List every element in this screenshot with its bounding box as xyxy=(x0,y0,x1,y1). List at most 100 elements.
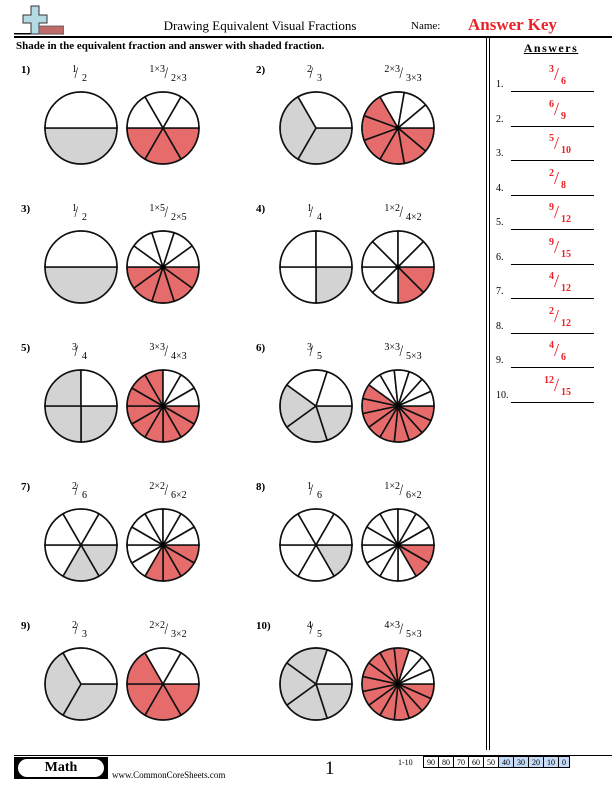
equivalent-fraction: 1×2/6×2 xyxy=(368,481,428,505)
answer-fraction: 9/12 xyxy=(541,200,581,228)
answer-row: 10. 12/15 xyxy=(496,373,606,403)
equivalent-fraction-circle xyxy=(361,230,435,304)
fraction-slash: / xyxy=(74,65,79,82)
center-dot xyxy=(160,264,166,270)
answer-line[interactable] xyxy=(511,229,594,230)
score-range-label: 1-10 xyxy=(398,758,413,767)
numerator: 1×3 xyxy=(149,64,165,75)
fraction-slash: / xyxy=(309,204,314,221)
answer-denominator: 9 xyxy=(561,110,566,122)
numerator: 2×3 xyxy=(384,64,400,75)
original-fraction: 3/4 xyxy=(51,342,111,366)
original-fraction-circle xyxy=(279,91,353,165)
score-cell: 50 xyxy=(483,756,499,768)
original-fraction: 2/3 xyxy=(51,620,111,644)
equivalent-fraction-circle xyxy=(126,508,200,582)
answer-row: 2. 6/9 xyxy=(496,97,606,127)
answer-index: 5. xyxy=(496,217,504,228)
answer-index: 2. xyxy=(496,113,504,125)
problem-number: 8) xyxy=(256,481,266,493)
numerator: 1×2 xyxy=(384,203,400,214)
answer-line[interactable] xyxy=(511,160,594,161)
answer-denominator: 8 xyxy=(561,179,566,191)
score-cell: 30 xyxy=(513,756,529,768)
original-fraction-circle xyxy=(44,647,118,721)
original-fraction: 1/6 xyxy=(286,481,346,505)
original-fraction-circle xyxy=(44,369,118,443)
denominator: 3 xyxy=(317,73,322,84)
equivalent-fraction: 1×3/2×3 xyxy=(133,64,193,88)
fraction-slash: / xyxy=(399,204,404,221)
fraction-slash: / xyxy=(164,621,169,638)
worksheet-title: Drawing Equivalent Visual Fractions xyxy=(163,18,357,33)
denominator: 6 xyxy=(317,490,322,501)
fraction-slash: / xyxy=(554,133,560,153)
equivalent-fraction-circle xyxy=(126,230,200,304)
answer-numerator: 12 xyxy=(544,374,554,386)
denominator: 4 xyxy=(317,212,322,223)
denominator: 2 xyxy=(82,212,87,223)
answer-line[interactable] xyxy=(511,298,594,299)
numerator: 3×3 xyxy=(149,342,165,353)
score-table: 90 80 70 60 50 40 30 20 10 0 xyxy=(423,756,570,768)
numerator: 2×2 xyxy=(149,481,165,492)
answer-line[interactable] xyxy=(511,263,594,265)
denominator: 6 xyxy=(82,490,87,501)
answer-line[interactable] xyxy=(511,125,594,127)
fraction-slash: / xyxy=(74,482,79,499)
original-fraction: 4/5 xyxy=(286,620,346,644)
answer-denominator: 6 xyxy=(561,352,566,363)
original-fraction: 1/4 xyxy=(286,203,346,227)
answer-index: 7. xyxy=(496,286,504,297)
fraction-slash: / xyxy=(309,482,314,499)
center-dot xyxy=(395,542,401,548)
numerator: 3×3 xyxy=(384,342,400,353)
numerator: 1×5 xyxy=(149,203,165,214)
answer-index: 10. xyxy=(496,389,509,401)
answer-denominator: 15 xyxy=(561,248,571,260)
denominator: 4 xyxy=(82,351,87,362)
answer-column-divider xyxy=(489,38,490,750)
plus-minus-logo-icon xyxy=(14,5,64,35)
denominator: 5×3 xyxy=(406,629,422,640)
denominator: 2×5 xyxy=(171,212,187,223)
answer-fraction: 2/8 xyxy=(541,166,581,194)
denominator: 5×3 xyxy=(406,351,422,362)
problem-number: 2) xyxy=(256,64,266,76)
numerator: 4×3 xyxy=(384,620,400,631)
answer-index: 1. xyxy=(496,79,504,90)
denominator: 6×2 xyxy=(406,490,422,501)
answer-line[interactable] xyxy=(511,332,594,334)
equivalent-fraction-circle xyxy=(361,508,435,582)
problem-number: 7) xyxy=(21,481,31,493)
answer-line[interactable] xyxy=(511,367,594,368)
original-fraction: 1/2 xyxy=(51,64,111,88)
original-fraction: 2/3 xyxy=(286,64,346,88)
answer-line[interactable] xyxy=(511,401,594,403)
fraction-slash: / xyxy=(554,374,560,395)
website-link[interactable]: www.CommonCoreSheets.com xyxy=(112,770,225,780)
answer-line[interactable] xyxy=(511,91,594,92)
answer-line[interactable] xyxy=(511,194,594,196)
answer-row: 6. 9/15 xyxy=(496,235,606,265)
problem-number: 9) xyxy=(21,620,31,632)
equivalent-fraction-circle xyxy=(126,91,200,165)
answer-fraction: 5/10 xyxy=(541,131,581,159)
denominator: 5 xyxy=(317,629,322,640)
unshaded-slice xyxy=(44,91,118,129)
equivalent-fraction: 2×2/6×2 xyxy=(133,481,193,505)
answer-row: 5. 9/12 xyxy=(496,200,606,230)
fraction-slash: / xyxy=(554,98,560,119)
answer-index: 9. xyxy=(496,355,504,366)
problem-number: 3) xyxy=(21,203,31,215)
original-fraction: 3/5 xyxy=(286,342,346,366)
answer-index: 6. xyxy=(496,251,504,263)
center-dot xyxy=(395,681,401,687)
answers-heading: Answers xyxy=(523,41,579,55)
original-fraction: 1/2 xyxy=(51,203,111,227)
original-fraction-circle xyxy=(44,508,118,582)
problem-number: 5) xyxy=(21,342,31,354)
problem-number: 10) xyxy=(256,620,271,632)
equivalent-fraction: 3×3/5×3 xyxy=(368,342,428,366)
answer-denominator: 6 xyxy=(561,76,566,87)
